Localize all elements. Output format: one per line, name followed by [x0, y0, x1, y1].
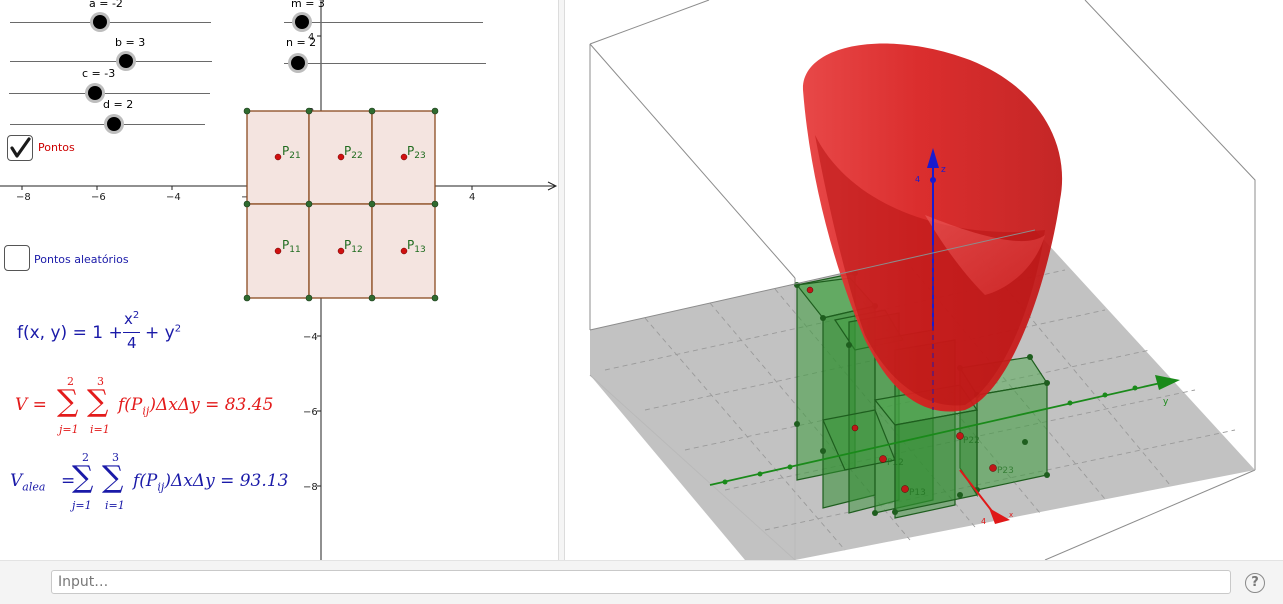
slider-b[interactable]: b = 3 — [0, 36, 215, 68]
x-tick-label-3d: 4 — [981, 517, 986, 526]
sigma-icon: ∑ — [87, 384, 109, 419]
point3d-label: P13 — [909, 488, 926, 498]
formula-v-alea-sum2-bottom: i=1 — [105, 499, 125, 512]
point-p21[interactable] — [274, 153, 282, 161]
riemann-rectangles — [246, 110, 436, 299]
slider-m-label: m = 3 — [291, 0, 325, 10]
formula-v-alea-body: f(Pij)ΔxΔy = 93.13 — [133, 471, 289, 494]
slider-n[interactable]: n = 2 — [280, 36, 490, 70]
point3d-label: P23 — [997, 466, 1014, 476]
slider-b-track[interactable] — [10, 61, 212, 62]
help-button[interactable]: ? — [1245, 573, 1265, 593]
slider-n-track[interactable] — [284, 63, 486, 64]
x-tick-label: −6 — [91, 192, 106, 203]
z-axis-tick — [930, 177, 936, 183]
point3d-p12[interactable] — [879, 455, 887, 463]
formula-v-alea[interactable]: Valea = 2 ∑ j=1 3 ∑ i=1 f(Pij)ΔxΔy = 93.… — [10, 451, 310, 513]
formula-v-lhs: V = — [15, 395, 47, 415]
y-tick-label: −4 — [303, 332, 318, 343]
slider-d[interactable]: d = 2 — [0, 98, 215, 131]
checkbox-pontos-aleatorios[interactable]: Pontos aleatórios — [4, 245, 144, 273]
formula-f-lhs: f(x, y) = 1 + — [17, 323, 123, 343]
point-p11[interactable] — [274, 247, 282, 255]
y-tick-label: −6 — [303, 407, 318, 418]
formula-v-body: f(Pij)ΔxΔy = 83.45 — [118, 395, 274, 418]
formula-v-sum1-bottom: j=1 — [59, 423, 79, 436]
point3d-p13[interactable] — [901, 485, 909, 493]
slider-m[interactable]: m = 3 — [280, 0, 490, 30]
slider-a[interactable]: a = -2 — [0, 0, 215, 30]
slider-a-label: a = -2 — [89, 0, 123, 10]
slider-d-handle[interactable] — [107, 117, 121, 131]
x-tick-label: −8 — [16, 192, 31, 203]
x-tick-label: 4 — [469, 192, 475, 203]
slider-b-handle[interactable] — [119, 54, 133, 68]
graphics-view-3d[interactable]: 4 z y 4 x P22 P12 P23 P13 — [565, 0, 1283, 560]
sigma-icon: ∑ — [72, 460, 94, 495]
slider-a-track[interactable] — [10, 22, 211, 23]
point3d-p11[interactable] — [851, 424, 859, 432]
slider-n-label: n = 2 — [286, 36, 317, 49]
point3d-label: P12 — [887, 458, 904, 468]
formula-v[interactable]: V = 2 ∑ j=1 3 ∑ i=1 f(Pij)ΔxΔy = 83.45 — [15, 375, 305, 437]
slider-c-label: c = -3 — [82, 67, 116, 80]
slider-m-handle[interactable] — [295, 15, 309, 29]
checkbox-pontos-box[interactable] — [7, 135, 33, 161]
sigma-icon: ∑ — [57, 384, 79, 419]
formula-f-fraction-bar — [123, 332, 140, 333]
point3d-p23[interactable] — [989, 464, 997, 472]
slider-m-track[interactable] — [284, 22, 483, 23]
formula-f[interactable]: f(x, y) = 1 + x2 4 + y2 — [17, 308, 217, 356]
formula-v-alea-sum1-bottom: j=1 — [72, 499, 92, 512]
input-bar: ? — [0, 560, 1283, 604]
slider-b-label: b = 3 — [115, 36, 146, 49]
slider-c[interactable]: c = -3 — [0, 67, 215, 100]
y-axis-label: y — [1163, 397, 1169, 407]
formula-f-numerator: x2 — [124, 310, 140, 328]
slider-a-handle[interactable] — [93, 15, 107, 29]
formula-f-denominator: 4 — [127, 334, 137, 352]
checkbox-pontos[interactable]: Pontos — [7, 135, 97, 163]
slider-n-handle[interactable] — [291, 56, 305, 70]
point3d-top[interactable] — [806, 286, 814, 294]
slider-d-label: d = 2 — [103, 98, 134, 111]
checkbox-pontos-label: Pontos — [38, 141, 75, 154]
graphics-view-2d[interactable]: −8 −6 −4 −2 0 2 4 4 2 −2 −4 −6 −8 — [0, 0, 558, 560]
geogebra-app: −8 −6 −4 −2 0 2 4 4 2 −2 −4 −6 −8 — [0, 0, 1283, 604]
formula-v-sum2-bottom: i=1 — [90, 423, 110, 436]
formula-f-tail: + y2 — [145, 323, 182, 343]
x-tick-label: −4 — [166, 192, 181, 203]
view-divider[interactable] — [558, 0, 565, 560]
x-axis-label: x — [1009, 511, 1013, 519]
checkbox-pontos-aleatorios-box[interactable] — [4, 245, 30, 271]
graphics-3d-canvas[interactable]: 4 z y 4 x P22 P12 P23 P13 — [565, 0, 1283, 560]
slider-c-track[interactable] — [9, 93, 210, 94]
formula-v-alea-lhs: Valea — [10, 471, 46, 494]
sigma-icon: ∑ — [102, 460, 124, 495]
z-axis-label: z — [941, 165, 946, 175]
checkmark-icon — [10, 137, 31, 158]
point3d-label: P22 — [963, 436, 980, 446]
checkbox-pontos-aleatorios-label: Pontos aleatórios — [34, 253, 129, 266]
z-tick-label: 4 — [915, 175, 920, 184]
input-field[interactable] — [51, 570, 1231, 594]
